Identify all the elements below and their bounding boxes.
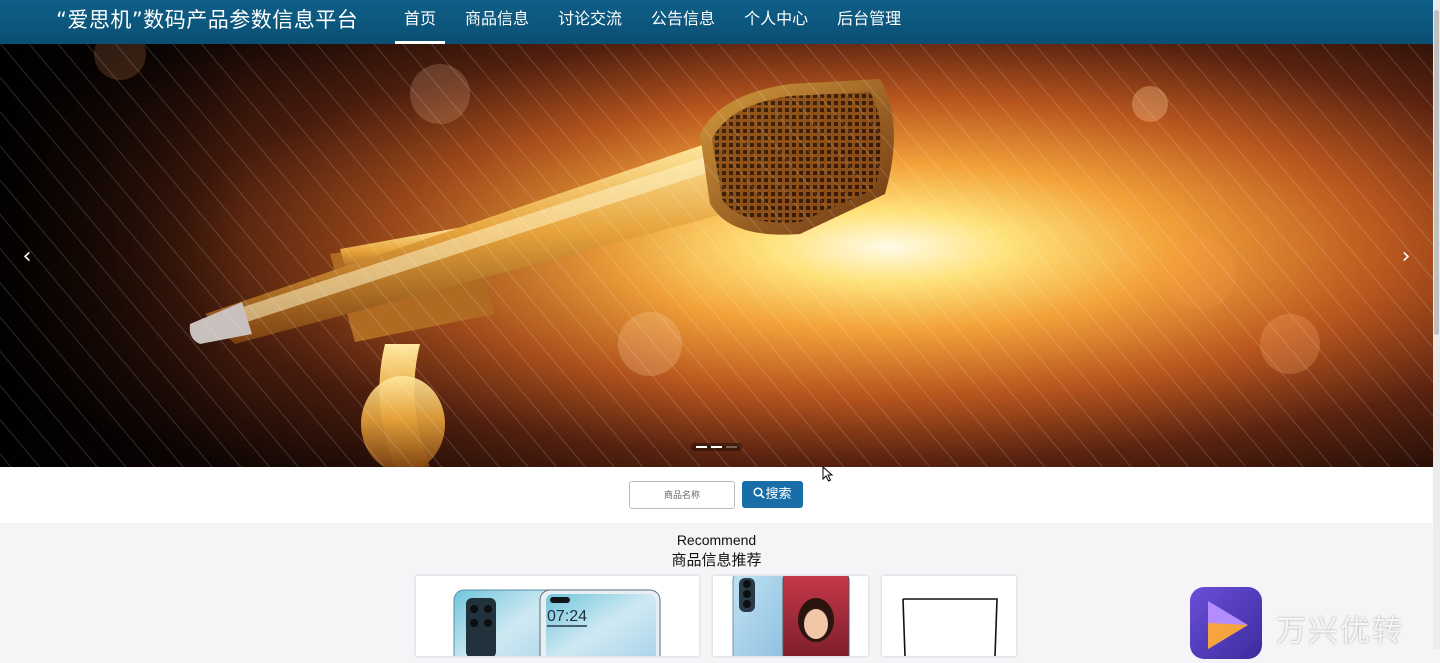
carousel-indicators [691,443,742,451]
chevron-left-icon: ‹ [22,244,32,269]
huawei-phone-image: 07:24 [453,589,661,656]
carousel-dot[interactable] [696,446,707,448]
nav-item-products[interactable]: 商品信息 [456,0,538,44]
product-card[interactable] [882,576,1016,656]
recommend-title-cn: 商品信息推荐 [671,551,762,569]
site-title[interactable]: “爱思机”数码产品参数信息平台 [56,7,358,33]
nav-item-home[interactable]: 首页 [395,0,446,44]
nav-item-forum[interactable]: 讨论交流 [549,0,631,44]
watermark-text: 万兴优转 [1276,614,1404,649]
carousel-next-button[interactable]: › [1396,245,1416,269]
nav-item-profile[interactable]: 个人中心 [735,0,817,44]
carousel-banner[interactable]: ‹ › [0,44,1433,467]
search-button-label: 搜索 [765,487,792,502]
microphone-banner-image [0,44,1433,467]
recommend-title-en: Recommend [676,532,757,548]
play-logo-icon [1190,587,1262,659]
product-outline-image [902,598,998,656]
chevron-right-icon: › [1401,244,1411,269]
oppo-phone-image [732,576,850,656]
scrollbar-thumb[interactable] [1434,10,1439,335]
phone-clock-text: 07:24 [547,608,587,625]
search-icon [753,487,766,499]
nav-item-admin[interactable]: 后台管理 [828,0,910,44]
top-navbar: “爱思机”数码产品参数信息平台 首页 商品信息 讨论交流 公告信息 个人中心 后… [0,0,1433,44]
product-card[interactable]: 07:24 [416,576,699,656]
search-input[interactable]: 商品名称 [629,481,735,509]
scrollbar[interactable] [1433,0,1440,649]
search-button[interactable]: 搜索 [742,481,803,508]
carousel-dot[interactable] [726,446,737,448]
mouse-cursor-icon [822,466,834,482]
main-nav: 首页 商品信息 讨论交流 公告信息 个人中心 后台管理 [395,0,921,44]
carousel-prev-button[interactable]: ‹ [17,245,37,269]
nav-item-announcements[interactable]: 公告信息 [642,0,724,44]
carousel-dot[interactable] [711,446,722,448]
search-section: 商品名称 搜索 [0,467,1433,523]
product-card[interactable] [713,576,868,656]
